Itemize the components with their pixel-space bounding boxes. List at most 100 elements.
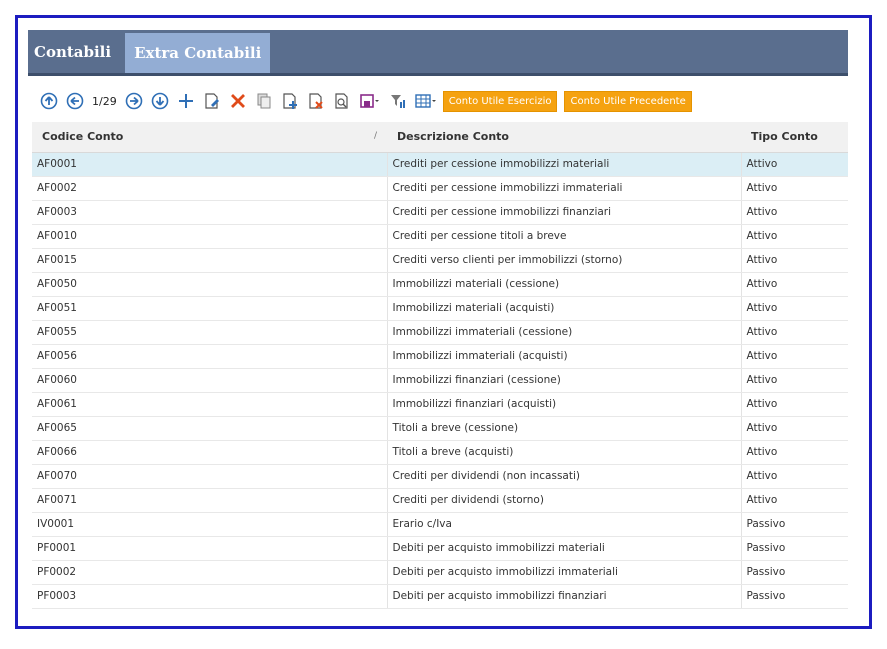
cell-code: AF0060	[32, 368, 388, 393]
cell-desc: Titoli a breve (acquisti)	[387, 440, 742, 465]
cell-desc: Crediti per cessione immobilizzi immater…	[387, 176, 742, 201]
table-row[interactable]: IV0001 Erario c/Iva Passivo	[32, 512, 848, 537]
last-record-icon[interactable]	[149, 90, 171, 112]
cell-desc: Immobilizzi materiali (cessione)	[387, 272, 742, 297]
cell-code: PF0003	[32, 584, 388, 609]
cell-desc: Immobilizzi materiali (acquisti)	[387, 296, 742, 321]
table-row[interactable]: AF0066 Titoli a breve (acquisti) Attivo	[32, 440, 848, 465]
add-icon[interactable]	[175, 90, 197, 112]
cell-code: AF0070	[32, 464, 388, 489]
cell-type: Passivo	[741, 584, 848, 609]
first-record-icon[interactable]	[38, 90, 60, 112]
cell-type: Attivo	[741, 488, 848, 513]
table-row[interactable]: PF0001 Debiti per acquisto immobilizzi ma…	[32, 536, 848, 561]
next-record-icon[interactable]	[123, 90, 145, 112]
table-row[interactable]: AF0056 Immobilizzi immateriali (acquisti)…	[32, 344, 848, 369]
conto-utile-esercizio-button[interactable]: Conto Utile Esercizio	[442, 90, 558, 112]
table-row[interactable]: AF0065 Titoli a breve (cessione) Attivo	[32, 416, 848, 441]
filter-icon[interactable]	[387, 90, 409, 112]
window-frame: Contabili Extra Contabili 1/29 Conto Uti…	[15, 15, 872, 629]
cell-type: Attivo	[741, 272, 848, 297]
cell-code: AF0010	[32, 224, 388, 249]
table-row[interactable]: AF0051 Immobilizzi materiali (acquisti) At…	[32, 296, 848, 321]
table-header-row: Codice Conto / Descrizione Conto Tipo Con…	[32, 122, 848, 153]
copy-icon[interactable]	[253, 90, 275, 112]
cell-code: AF0065	[32, 416, 388, 441]
cell-desc: Erario c/Iva	[387, 512, 742, 537]
table-row[interactable]: AF0055 Immobilizzi immateriali (cessione)…	[32, 320, 848, 345]
cell-desc: Debiti per acquisto immobilizzi finanzia…	[387, 584, 742, 609]
edit-icon[interactable]	[201, 90, 223, 112]
column-header-descrizione[interactable]: Descrizione Conto	[387, 122, 741, 153]
new-document-icon[interactable]	[279, 90, 301, 112]
cell-desc: Crediti per dividendi (non incassati)	[387, 464, 742, 489]
table-row[interactable]: AF0002 Crediti per cessione immobilizzi i…	[32, 176, 848, 201]
cell-type: Attivo	[741, 416, 848, 441]
previous-record-icon[interactable]	[64, 90, 86, 112]
cell-type: Attivo	[741, 200, 848, 225]
table-row[interactable]: PF0003 Debiti per acquisto immobilizzi fi…	[32, 584, 848, 609]
cell-code: AF0056	[32, 344, 388, 369]
table-row[interactable]: AF0061 Immobilizzi finanziari (acquisti) A…	[32, 392, 848, 417]
cell-code: AF0051	[32, 296, 388, 321]
cell-type: Attivo	[741, 464, 848, 489]
tab-contabili[interactable]: Contabili	[28, 30, 125, 73]
tab-extra-contabili[interactable]: Extra Contabili	[125, 33, 271, 73]
column-header-tipo[interactable]: Tipo Conto	[741, 122, 848, 153]
cell-type: Attivo	[741, 440, 848, 465]
cell-code: AF0061	[32, 392, 388, 417]
remove-document-icon[interactable]	[305, 90, 327, 112]
pager-indicator: 1/29	[92, 94, 117, 108]
cell-type: Attivo	[741, 368, 848, 393]
cell-code: AF0003	[32, 200, 388, 225]
cell-desc: Debiti per acquisto immobilizzi immateri…	[387, 560, 742, 585]
toolbar: 1/29 Conto Utile Esercizio Conto Utile P…	[38, 89, 699, 113]
table-row[interactable]: AF0071 Crediti per dividendi (storno) Atti…	[32, 488, 848, 513]
tab-bar: Contabili Extra Contabili	[28, 30, 848, 76]
cell-code: IV0001	[32, 512, 388, 537]
search-document-icon[interactable]	[331, 90, 353, 112]
cell-type: Passivo	[741, 536, 848, 561]
cell-desc: Immobilizzi finanziari (cessione)	[387, 368, 742, 393]
cell-desc: Immobilizzi immateriali (acquisti)	[387, 344, 742, 369]
cell-code: AF0066	[32, 440, 388, 465]
cell-desc: Immobilizzi finanziari (acquisti)	[387, 392, 742, 417]
table-row[interactable]: AF0001 Crediti per cessione immobilizzi m…	[32, 152, 848, 177]
cell-type: Attivo	[741, 392, 848, 417]
grid-view-icon[interactable]	[413, 90, 439, 112]
cell-type: Attivo	[741, 320, 848, 345]
cell-code: AF0001	[32, 152, 388, 177]
table-row[interactable]: AF0003 Crediti per cessione immobilizzi f…	[32, 200, 848, 225]
cell-desc: Debiti per acquisto immobilizzi material…	[387, 536, 742, 561]
column-header-codice[interactable]: Codice Conto /	[32, 122, 387, 153]
table-row[interactable]: AF0015 Crediti verso clienti per immobili…	[32, 248, 848, 273]
cell-desc: Crediti verso clienti per immobilizzi (s…	[387, 248, 742, 273]
table-row[interactable]: AF0050 Immobilizzi materiali (cessione) At…	[32, 272, 848, 297]
cell-code: AF0055	[32, 320, 388, 345]
accounts-grid: Codice Conto / Descrizione Conto Tipo Con…	[32, 122, 848, 612]
cell-code: AF0002	[32, 176, 388, 201]
table-row[interactable]: PF0002 Debiti per acquisto immobilizzi im…	[32, 560, 848, 585]
cell-type: Attivo	[741, 248, 848, 273]
cell-desc: Crediti per cessione immobilizzi finanzi…	[387, 200, 742, 225]
cell-desc: Crediti per cessione immobilizzi materia…	[387, 152, 742, 177]
cell-type: Attivo	[741, 296, 848, 321]
table-row[interactable]: AF0010 Crediti per cessione titoli a brev…	[32, 224, 848, 249]
save-dropdown-icon[interactable]	[357, 90, 383, 112]
cell-type: Attivo	[741, 344, 848, 369]
cell-type: Attivo	[741, 176, 848, 201]
table-row[interactable]: AF0070 Crediti per dividendi (non incassa…	[32, 464, 848, 489]
delete-icon[interactable]	[227, 90, 249, 112]
cell-type: Attivo	[741, 224, 848, 249]
cell-code: PF0001	[32, 536, 388, 561]
cell-desc: Immobilizzi immateriali (cessione)	[387, 320, 742, 345]
table-row[interactable]: AF0060 Immobilizzi finanziari (cessione) A…	[32, 368, 848, 393]
cell-code: PF0002	[32, 560, 388, 585]
conto-utile-precedente-button[interactable]: Conto Utile Precedente	[564, 90, 692, 112]
cell-code: AF0015	[32, 248, 388, 273]
cell-type: Passivo	[741, 560, 848, 585]
cell-type: Attivo	[741, 152, 848, 177]
cell-desc: Titoli a breve (cessione)	[387, 416, 742, 441]
sort-indicator-icon: /	[373, 131, 377, 141]
cell-type: Passivo	[741, 512, 848, 537]
